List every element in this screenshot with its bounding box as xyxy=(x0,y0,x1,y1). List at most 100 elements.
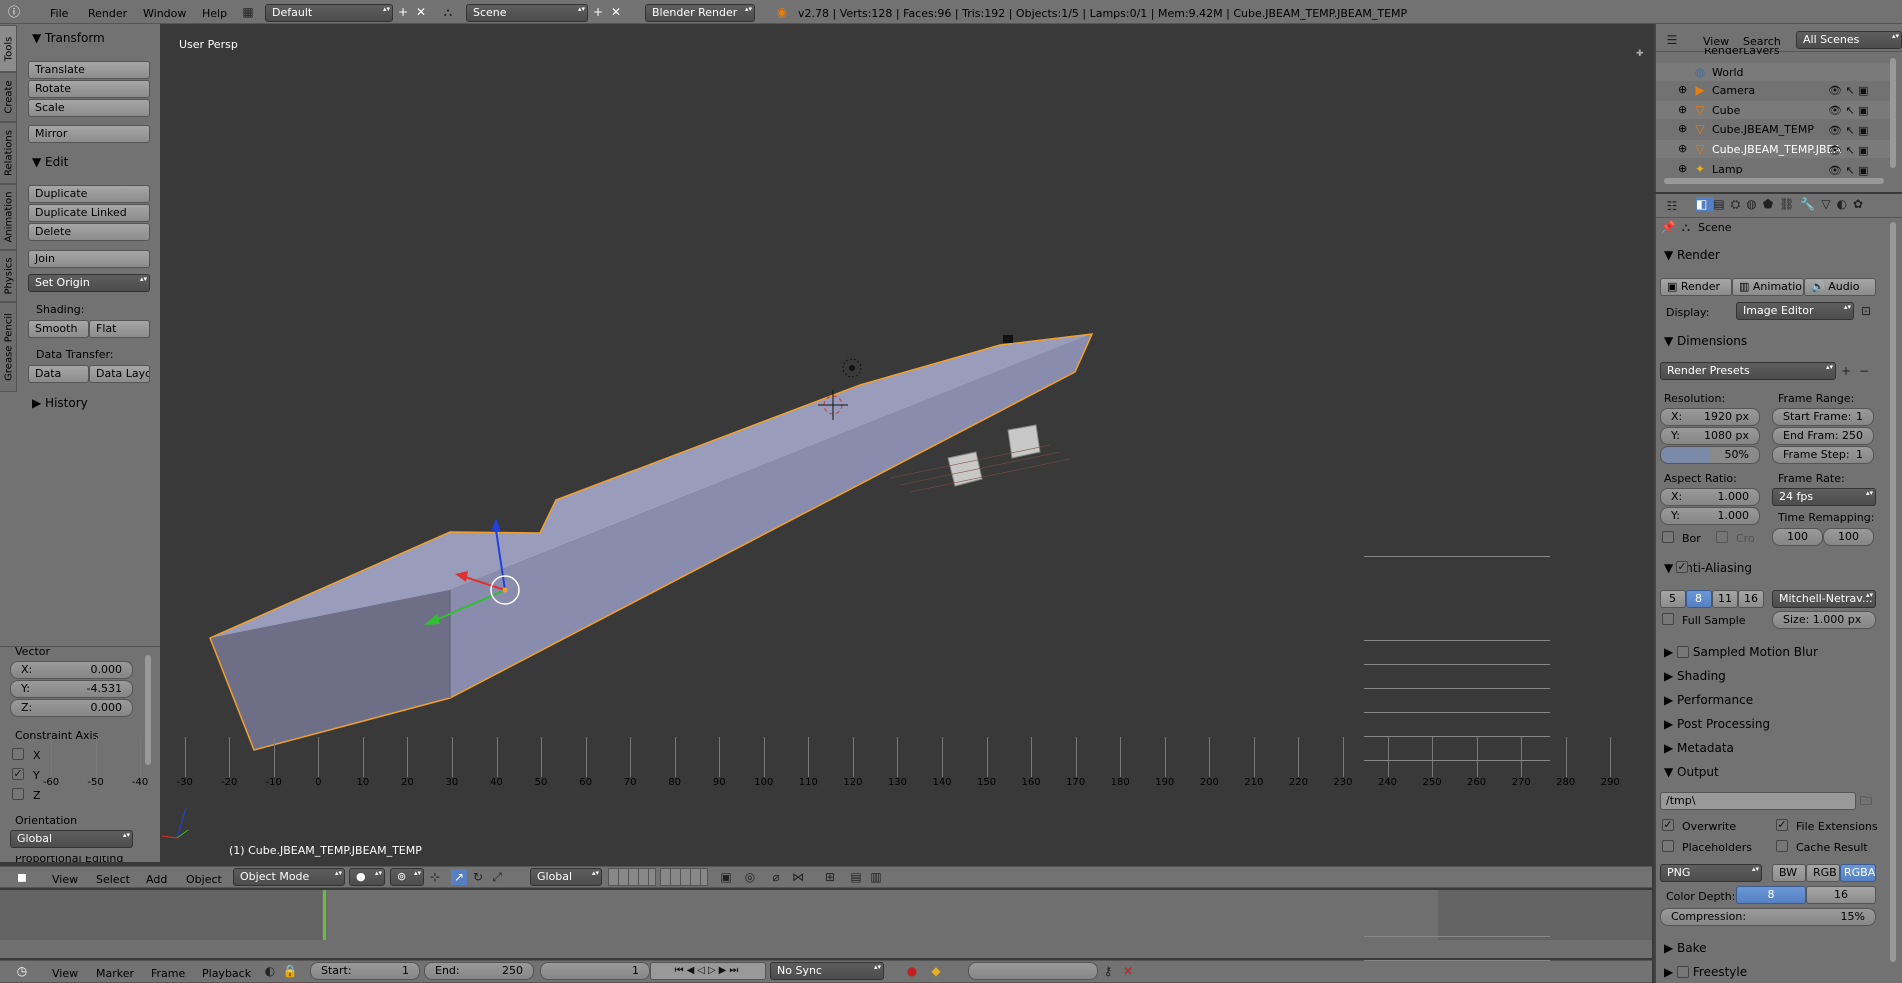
timeline-view-menu[interactable]: View xyxy=(52,967,78,980)
outliner-scrollbar[interactable] xyxy=(1890,58,1896,168)
mode-select[interactable]: Object Mode xyxy=(233,868,345,886)
preview-range-icon[interactable]: ◐ xyxy=(262,963,278,979)
view-menu[interactable]: View xyxy=(52,873,78,886)
tab-relations[interactable]: Relations xyxy=(0,122,17,184)
constraint-y-checkbox[interactable]: ✓ xyxy=(12,768,24,780)
performance-panel[interactable] xyxy=(1364,688,1550,707)
join-button[interactable]: Join xyxy=(28,250,150,268)
post-processing-panel-title[interactable]: ▶ Post Processing xyxy=(1664,717,1770,731)
delete-button[interactable]: Delete xyxy=(28,223,150,241)
render-presets-select[interactable]: Render Presets xyxy=(1660,362,1836,380)
properties-editor-icon[interactable]: ☷ xyxy=(1664,198,1680,214)
aa-sample-16[interactable]: 16 xyxy=(1738,590,1764,608)
aspect-y-field[interactable]: Y: 1.000 xyxy=(1660,507,1760,525)
output-panel-title[interactable]: ▼ Output xyxy=(1664,765,1719,779)
select-menu[interactable]: Select xyxy=(96,873,130,886)
performance-panel-title[interactable]: ▶ Performance xyxy=(1664,693,1753,707)
render-anim-icon[interactable]: ▥ xyxy=(868,869,884,885)
motion-blur-title[interactable]: ▶ Sampled Motion Blur xyxy=(1664,645,1818,659)
border-checkbox[interactable] xyxy=(1662,531,1674,543)
rotate-manip-icon[interactable]: ↻ xyxy=(470,869,486,885)
editor-type-icon[interactable]: ◼ xyxy=(14,869,30,885)
keying-set-icon[interactable]: ◆ xyxy=(928,963,944,979)
outliner-hscrollbar[interactable] xyxy=(1664,178,1884,184)
layer-buttons-1[interactable] xyxy=(608,868,656,886)
data-layout-button[interactable]: Data Layo xyxy=(89,365,150,383)
remap-new-field[interactable]: 100 xyxy=(1823,528,1874,546)
start-frame-prop-field[interactable]: Start Frame: 1 xyxy=(1772,408,1874,426)
data-button[interactable]: Data xyxy=(28,365,89,383)
metadata-panel-title[interactable]: ▶ Metadata xyxy=(1664,741,1734,755)
color-rgba-button[interactable]: RGBA xyxy=(1840,864,1876,882)
menu-file[interactable]: File xyxy=(50,7,68,20)
add-preset-icon[interactable]: + xyxy=(1838,363,1854,379)
output-path-field[interactable]: /tmp\ xyxy=(1660,792,1856,810)
transform-panel-title[interactable]: ▼ Transform xyxy=(32,31,105,45)
render-view-icon[interactable]: ⊡ xyxy=(1858,303,1874,319)
translate-button[interactable]: Translate xyxy=(28,61,150,79)
record-icon[interactable]: ● xyxy=(904,963,920,979)
display-select[interactable]: Image Editor xyxy=(1736,302,1854,320)
current-frame-field[interactable]: 1 xyxy=(540,962,650,980)
timeline-editor-icon[interactable]: ◷ xyxy=(14,963,30,979)
rotate-button[interactable]: Rotate xyxy=(28,80,150,98)
sync-select[interactable]: No Sync xyxy=(770,962,884,980)
outliner-editor-icon[interactable]: ☰ xyxy=(1664,32,1680,48)
remove-layout-icon[interactable]: ✕ xyxy=(413,4,429,20)
manipulator-toggle-icon[interactable]: ⊹ xyxy=(427,869,443,885)
history-panel-title[interactable]: ▶ History xyxy=(32,396,88,410)
aa-sample-8[interactable]: 8 xyxy=(1686,590,1712,608)
freestyle-panel-title[interactable]: ▶ Freestyle xyxy=(1664,965,1747,979)
end-frame-prop-field[interactable]: End Fram: 250 xyxy=(1772,427,1874,445)
playback-controls[interactable]: ⏮◀◁▷▶⏭ xyxy=(650,962,766,980)
motion-blur-panel[interactable] xyxy=(1364,640,1550,659)
aa-sample-11[interactable]: 11 xyxy=(1712,590,1738,608)
tab-physics[interactable]: Physics xyxy=(0,250,17,302)
timeline-playback-menu[interactable]: Playback xyxy=(202,967,251,980)
scene-icon[interactable]: ⛬ xyxy=(440,4,456,20)
vector-y-field[interactable]: Y: -4.531 xyxy=(10,680,133,698)
tab-create[interactable]: Create xyxy=(0,72,17,122)
color-rgb-button[interactable]: RGB xyxy=(1806,864,1840,882)
metadata-panel[interactable] xyxy=(1364,736,1550,755)
timeline-marker-menu[interactable]: Marker xyxy=(96,967,134,980)
file-extensions-checkbox[interactable]: ✓ xyxy=(1776,819,1788,831)
duplicate-button[interactable]: Duplicate xyxy=(28,185,150,203)
pivot-select[interactable]: ⊚ xyxy=(390,868,424,886)
tab-grease-pencil[interactable]: Grease Pencil xyxy=(0,302,17,392)
snap-element-icon[interactable]: ⋈ xyxy=(790,869,806,885)
set-origin-select[interactable]: Set Origin xyxy=(28,274,150,292)
aa-sample-5[interactable]: 5 xyxy=(1660,590,1686,608)
shading-mode-select[interactable]: ● xyxy=(349,868,385,886)
operator-scrollbar[interactable] xyxy=(145,655,151,765)
edit-panel-title[interactable]: ▼ Edit xyxy=(32,155,68,169)
constraint-x-checkbox[interactable] xyxy=(12,748,24,760)
mirror-button[interactable]: Mirror xyxy=(28,125,150,143)
resolution-x-field[interactable]: X: 1920 px xyxy=(1660,408,1760,426)
freestyle-panel[interactable] xyxy=(1364,960,1550,979)
menu-help[interactable]: Help xyxy=(202,7,227,20)
cache-result-checkbox[interactable] xyxy=(1776,840,1788,852)
bake-panel[interactable] xyxy=(1364,936,1550,955)
add-scene-icon[interactable]: + xyxy=(590,4,606,20)
placeholders-checkbox[interactable] xyxy=(1662,840,1674,852)
overwrite-checkbox[interactable]: ✓ xyxy=(1662,819,1674,831)
freestyle-checkbox[interactable] xyxy=(1677,966,1690,978)
add-menu[interactable]: Add xyxy=(146,873,167,886)
vector-z-field[interactable]: Z: 0.000 xyxy=(10,699,133,717)
depth-8-button[interactable]: 8 xyxy=(1736,886,1806,904)
transform-orientation-select[interactable]: Global xyxy=(530,868,602,886)
flat-button[interactable]: Flat xyxy=(89,320,150,338)
layout-field[interactable]: Default xyxy=(265,4,393,22)
properties-scrollbar[interactable] xyxy=(1890,222,1896,962)
scale-manip-icon[interactable]: ⤢ xyxy=(489,869,505,885)
area-split-corner[interactable]: ✚ xyxy=(1636,50,1644,59)
pin-icon[interactable]: 📌 xyxy=(1660,219,1676,235)
remove-preset-icon[interactable]: − xyxy=(1856,363,1872,379)
full-sample-checkbox[interactable] xyxy=(1662,613,1674,625)
add-layout-icon[interactable]: + xyxy=(395,4,411,20)
motion-blur-checkbox[interactable] xyxy=(1677,646,1690,658)
vector-x-field[interactable]: X: 0.000 xyxy=(10,661,133,679)
bake-panel-title[interactable]: ▶ Bake xyxy=(1664,941,1707,955)
outliner-filter-select[interactable]: All Scenes xyxy=(1796,31,1902,49)
